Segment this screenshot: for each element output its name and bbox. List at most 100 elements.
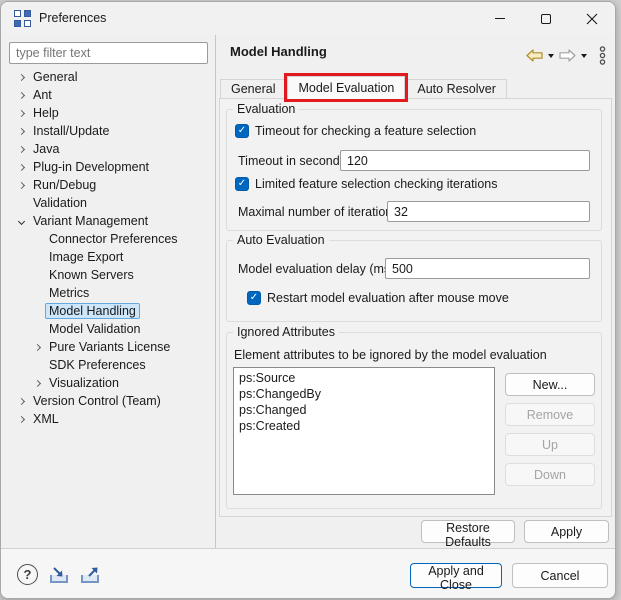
minimize-button[interactable] [477,2,523,35]
delay-label: Model evaluation delay (ms): [238,262,398,277]
tree-item-run-debug[interactable]: Run/Debug [1,176,215,194]
tree-item-label: Variant Management [29,213,152,229]
tree-item-known-servers[interactable]: Known Servers [1,266,215,284]
down-button[interactable]: Down [505,463,595,486]
tree-item-variant-management[interactable]: Variant Management [1,212,215,230]
tab-auto-resolver[interactable]: Auto Resolver [406,79,507,99]
tree-item-sdk-preferences[interactable]: SDK Preferences [1,356,215,374]
tree-item-label: Model Handling [45,303,140,319]
evaluation-group: Evaluation Timeout for checking a featur… [226,109,602,231]
chevron-right-icon[interactable] [29,381,45,386]
window-title: Preferences [39,11,106,25]
new-button[interactable]: New... [505,373,595,396]
tree-item-label: Visualization [45,375,123,391]
maximize-button[interactable] [523,2,569,35]
tree-item-help[interactable]: Help [1,104,215,122]
timeout-checkbox[interactable] [235,124,249,138]
list-item[interactable]: ps:Changed [239,402,489,418]
chevron-right-icon[interactable] [13,111,29,116]
tree-item-general[interactable]: General [1,68,215,86]
chevron-right-icon[interactable] [13,399,29,404]
app-grid-icon [14,10,31,27]
chevron-right-icon[interactable] [13,93,29,98]
tree-item-label: Run/Debug [29,177,100,193]
chevron-right-icon[interactable] [13,75,29,80]
dialog-button-bar: ? Apply and Close Cancel [1,548,616,599]
back-history-caret-icon[interactable] [548,54,554,58]
tree-item-install-update[interactable]: Install/Update [1,122,215,140]
chevron-right-icon[interactable] [29,345,45,350]
timeout-seconds-field[interactable] [340,150,590,171]
tree-item-xml[interactable]: XML [1,410,215,428]
tree-item-label: Model Validation [45,321,145,337]
apply-and-close-button[interactable]: Apply and Close [410,563,502,588]
tree-item-connector-preferences[interactable]: Connector Preferences [1,230,215,248]
help-icon[interactable]: ? [17,564,38,585]
chevron-right-icon[interactable] [13,417,29,422]
list-item[interactable]: ps:ChangedBy [239,386,489,402]
tree-item-pure-variants-license[interactable]: Pure Variants License [1,338,215,356]
auto-evaluation-group-title: Auto Evaluation [233,233,329,247]
tree-item-image-export[interactable]: Image Export [1,248,215,266]
tree-item-label: Known Servers [45,267,138,283]
back-arrow-icon[interactable] [526,49,543,62]
close-button[interactable] [569,2,615,35]
tree-item-label: Connector Preferences [45,231,182,247]
restart-evaluation-checkbox[interactable] [247,291,261,305]
list-item[interactable]: ps:Created [239,418,489,434]
delay-field[interactable] [385,258,590,279]
restore-defaults-button[interactable]: Restore Defaults [421,520,515,543]
tree-item-label: Ant [29,87,56,103]
up-button[interactable]: Up [505,433,595,456]
chevron-right-icon[interactable] [13,129,29,134]
sidebar: GeneralAnt Help Install/UpdateJavaPlug-in … [1,35,216,548]
tree-item-label: Validation [29,195,91,211]
view-menu-icon[interactable] [598,46,607,65]
chevron-right-icon[interactable] [13,183,29,188]
filter-input[interactable] [9,42,208,64]
forward-arrow-icon[interactable] [559,49,576,62]
timeout-checkbox-label: Timeout for checking a feature selection [255,124,476,138]
tree-item-version-control-team[interactable]: Version Control (Team) [1,392,215,410]
auto-evaluation-group: Auto Evaluation Model evaluation delay (… [226,240,602,322]
restart-evaluation-checkbox-label: Restart model evaluation after mouse mov… [267,291,509,305]
timeout-seconds-label: Timeout in seconds [238,154,346,169]
apply-button[interactable]: Apply [524,520,609,543]
tree-item-label: Plug-in Development [29,159,153,175]
preference-tree: GeneralAnt Help Install/UpdateJavaPlug-in … [1,68,215,428]
tab-bar: GeneralModel EvaluationAuto Resolver [220,76,508,99]
tree-item-visualization[interactable]: Visualization [1,374,215,392]
forward-history-caret-icon[interactable] [581,54,587,58]
cancel-button[interactable]: Cancel [512,563,608,588]
tree-item-validation[interactable]: Validation [1,194,215,212]
export-preferences-icon[interactable] [79,566,103,585]
page-title: Model Handling [230,44,327,59]
tree-item-model-handling[interactable]: Model Handling [1,302,215,320]
limited-iterations-checkbox-label: Limited feature selection checking itera… [255,177,498,191]
chevron-right-icon[interactable] [13,165,29,170]
tree-item-label: SDK Preferences [45,357,150,373]
tree-item-java[interactable]: Java [1,140,215,158]
tree-item-metrics[interactable]: Metrics [1,284,215,302]
list-item[interactable]: ps:Source [239,370,489,386]
tree-item-plug-in-development[interactable]: Plug-in Development [1,158,215,176]
import-preferences-icon[interactable] [48,566,72,585]
ignored-attributes-list[interactable]: ps:Sourceps:ChangedByps:Changedps:Create… [233,367,495,495]
tree-item-label: Metrics [45,285,93,301]
tab-model-evaluation[interactable]: Model Evaluation [287,76,405,99]
tree-item-label: Version Control (Team) [29,393,165,409]
preference-page: Model Handling GeneralModel EvaluationAu… [217,35,616,548]
title-bar: Preferences [1,2,615,35]
chevron-down-icon[interactable] [13,219,29,224]
remove-button[interactable]: Remove [505,403,595,426]
tab-general[interactable]: General [220,79,286,99]
tree-item-ant[interactable]: Ant [1,86,215,104]
tree-item-label: Help [29,105,63,121]
ignored-attributes-group-title: Ignored Attributes [233,325,339,339]
chevron-right-icon[interactable] [13,147,29,152]
tree-item-label: Install/Update [29,123,113,139]
tree-item-model-validation[interactable]: Model Validation [1,320,215,338]
limited-iterations-checkbox[interactable] [235,177,249,191]
max-iterations-label: Maximal number of iterations [238,205,398,220]
max-iterations-field[interactable] [387,201,590,222]
